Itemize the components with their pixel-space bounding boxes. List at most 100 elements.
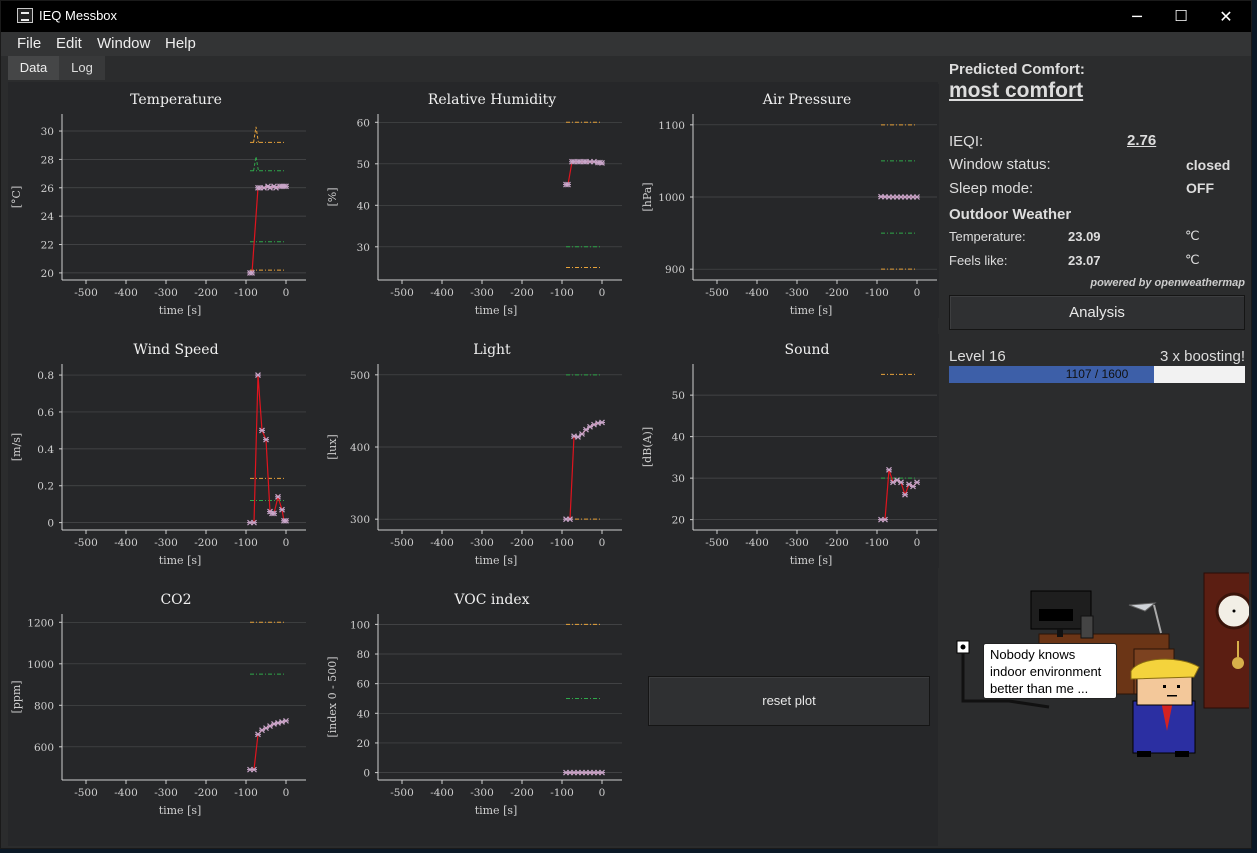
y-tick-label: 60 <box>357 117 370 129</box>
x-tick-label: -400 <box>114 787 138 799</box>
progress-text: 1107 / 1600 <box>1065 367 1129 381</box>
x-axis-label: time [s] <box>475 304 518 317</box>
feels-like-unit: ℃ <box>1185 252 1200 267</box>
y-tick-label: 800 <box>34 700 54 712</box>
pressure-plot: Air Pressure 900 1000 1100 -500 -400 -300 -200 -… <box>639 84 939 318</box>
y-tick-label: 40 <box>357 200 370 212</box>
y-tick-label: 0 <box>363 768 370 780</box>
x-axis-label: time [s] <box>475 804 518 817</box>
app-icon <box>17 8 33 23</box>
tab-data[interactable]: Data <box>8 56 59 80</box>
y-tick-label: 1100 <box>658 120 685 132</box>
x-tick-label: 0 <box>599 787 606 799</box>
feels-like-value: 23.07 <box>1068 253 1101 268</box>
data-point <box>599 419 605 426</box>
x-tick-label: -100 <box>550 537 574 549</box>
y-tick-label: 22 <box>41 240 54 252</box>
close-button[interactable]: ✕ <box>1203 1 1249 32</box>
y-tick-label: 0.8 <box>37 370 54 382</box>
ieqi-label: IEQI: <box>949 133 984 150</box>
x-axis-label: time [s] <box>475 554 518 567</box>
x-axis-label: time [s] <box>790 554 833 567</box>
y-tick-label: 1000 <box>27 659 54 671</box>
x-tick-label: -100 <box>550 287 574 299</box>
plot-title: VOC index <box>453 592 529 608</box>
predicted-comfort-label: Predicted Comfort: <box>949 61 1085 78</box>
x-tick-label: -300 <box>154 537 178 549</box>
x-tick-label: -100 <box>234 537 258 549</box>
x-tick-label: -400 <box>745 287 769 299</box>
menu-help[interactable]: Help <box>165 35 196 52</box>
x-tick-label: -400 <box>430 287 454 299</box>
y-tick-label: 80 <box>357 649 370 661</box>
data-point <box>283 717 289 724</box>
grandfather-clock-icon <box>1203 572 1249 709</box>
x-axis-label: time [s] <box>159 554 202 567</box>
light-plot: Light 300 400 500 -500 -400 -300 -200 -100 0 time … <box>324 334 624 568</box>
y-tick-label: 28 <box>41 154 54 166</box>
x-tick-label: -300 <box>785 287 809 299</box>
y-axis-label: [ppm] <box>10 680 23 713</box>
bubble-line-1: Nobody knows <box>990 647 1076 662</box>
y-tick-label: 50 <box>357 159 370 171</box>
co2-plot: CO2 600 800 1000 1200 -500 -400 -300 -200 -100 0 ti… <box>8 584 308 818</box>
x-tick-label: -200 <box>825 537 849 549</box>
wind-speed-plot: Wind Speed 0 0.2 0.4 0.6 0.8 -500 -400 -300 -200 -… <box>8 334 308 568</box>
window-title: IEQ Messbox <box>39 8 118 23</box>
x-tick-label: -300 <box>154 287 178 299</box>
data-point <box>271 721 277 727</box>
x-tick-label: 0 <box>914 537 921 549</box>
menu-edit[interactable]: Edit <box>56 35 82 52</box>
analysis-button[interactable]: Analysis <box>949 295 1245 330</box>
y-tick-label: 40 <box>357 708 370 720</box>
y-tick-label: 30 <box>672 473 685 485</box>
window-status-value: closed <box>1186 157 1231 173</box>
tab-log[interactable]: Log <box>59 56 105 80</box>
y-tick-label: 0.6 <box>37 407 54 419</box>
series-line <box>566 421 603 520</box>
x-tick-label: 0 <box>599 287 606 299</box>
series-line <box>881 469 918 521</box>
y-tick-label: 0.2 <box>37 481 54 493</box>
menu-window[interactable]: Window <box>97 35 150 52</box>
y-tick-label: 20 <box>672 515 685 527</box>
feels-like-label: Feels like: <box>949 253 1008 268</box>
data-point <box>914 194 920 200</box>
level-progress-bar: 1107 / 1600 <box>949 366 1245 383</box>
x-tick-label: -300 <box>785 537 809 549</box>
y-axis-label: [dB(A)] <box>641 427 654 467</box>
menu-file[interactable]: File <box>17 35 41 52</box>
menu-bar: File Edit Window Help <box>1 32 1251 56</box>
x-tick-label: -500 <box>390 787 414 799</box>
x-axis-label: time [s] <box>790 304 833 317</box>
minimize-button[interactable]: ─ <box>1114 1 1160 32</box>
maximize-button[interactable]: ☐ <box>1158 1 1204 32</box>
x-tick-label: 0 <box>283 287 290 299</box>
x-tick-label: -400 <box>430 537 454 549</box>
reset-plot-button[interactable]: reset plot <box>648 676 930 726</box>
x-tick-label: -200 <box>194 537 218 549</box>
x-tick-label: -400 <box>114 537 138 549</box>
threshold-peak <box>253 126 259 143</box>
y-tick-label: 1000 <box>658 192 685 204</box>
y-tick-label: 24 <box>41 211 55 223</box>
x-tick-label: -400 <box>430 787 454 799</box>
plot-title: Air Pressure <box>762 92 852 108</box>
y-tick-label: 900 <box>665 264 685 276</box>
y-tick-label: 600 <box>34 742 54 754</box>
threshold-peak <box>253 156 259 171</box>
x-tick-label: -100 <box>550 787 574 799</box>
plot-title: Relative Humidity <box>428 92 556 108</box>
y-axis-label: [%] <box>326 187 339 206</box>
x-tick-label: -300 <box>470 787 494 799</box>
level-label: Level 16 <box>949 348 1006 365</box>
y-axis-label: [°C] <box>10 186 23 209</box>
y-tick-label: 0.4 <box>37 444 54 456</box>
x-tick-label: -500 <box>705 287 729 299</box>
x-tick-label: -200 <box>510 537 534 549</box>
x-tick-label: -300 <box>470 287 494 299</box>
y-tick-label: 50 <box>672 390 685 402</box>
outdoor-temp-value: 23.09 <box>1068 229 1101 244</box>
x-tick-label: 0 <box>283 537 290 549</box>
plot-title: CO2 <box>160 592 191 608</box>
